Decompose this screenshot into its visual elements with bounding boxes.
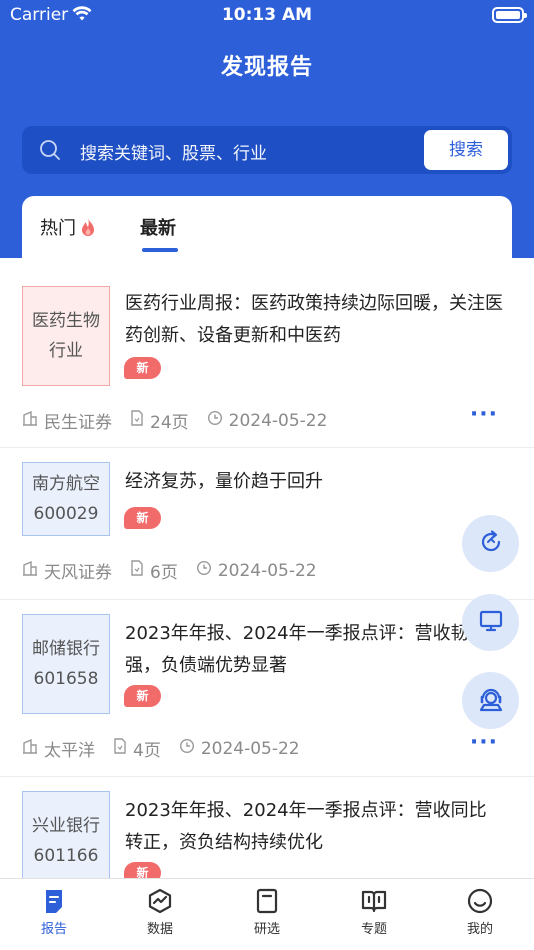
research-icon: [256, 888, 278, 914]
customer-service-icon: [476, 684, 506, 718]
report-icon: [46, 890, 62, 913]
page-count: 24页: [150, 413, 189, 433]
refresh-button[interactable]: [462, 515, 519, 572]
topic-icon: [361, 890, 387, 913]
document-icon: [130, 560, 144, 581]
report-thumbnail: 南方航空 600029: [22, 462, 110, 536]
report-thumbnail: 邮储银行 601658: [22, 614, 110, 714]
report-title[interactable]: 医药行业周报：医药政策持续边际回暖，关注医药创新、设备更新和中医药: [125, 288, 504, 352]
active-tab-indicator: [142, 248, 178, 252]
report-item[interactable]: 医药生物 行业 医药行业周报：医药政策持续边际回暖，关注医药创新、设备更新和中医…: [0, 258, 534, 448]
report-list: 医药生物 行业 医药行业周报：医药政策持续边际回暖，关注医药创新、设备更新和中医…: [0, 258, 534, 878]
report-thumbnail: 医药生物 行业: [22, 286, 110, 386]
clock: 10:13 AM: [221, 5, 313, 25]
tab-topic[interactable]: 专题: [334, 887, 414, 937]
publisher: 天风证券: [44, 563, 112, 583]
search-icon: [39, 139, 61, 165]
refresh-icon: [477, 528, 505, 560]
page-count: 4页: [133, 741, 161, 761]
report-item[interactable]: 兴业银行 601166 2023年年报、2024年一季报点评：营收同比转正，资负…: [0, 777, 534, 878]
thumbnail-line2: 601166: [33, 846, 99, 866]
tab-profile[interactable]: 我的: [440, 887, 520, 937]
page-title: 发现报告: [220, 55, 313, 80]
publish-date: 2024-05-22: [228, 410, 328, 431]
app-screen: Carrier 10:13 AM 发现报告 搜索关键词、股票、行业 搜索 热门 …: [0, 0, 534, 950]
thumbnail-line1: 医药生物: [32, 311, 100, 331]
report-title[interactable]: 2023年年报、2024年一季报点评：营收韧性强，负债端优势显著: [125, 618, 504, 682]
tab-topic-label: 专题: [360, 922, 387, 937]
report-meta: 天风证券 6页 2024-05-22: [22, 558, 335, 583]
monitor-button[interactable]: [462, 594, 519, 651]
report-title[interactable]: 经济复苏，量价趋于回升: [125, 466, 504, 498]
tab-data-label: 数据: [146, 922, 173, 937]
battery-icon: [492, 7, 527, 23]
document-icon: [130, 410, 144, 431]
thumbnail-line2: 600029: [33, 504, 99, 524]
building-icon: [22, 410, 38, 431]
thumbnail-line2: 行业: [49, 341, 83, 361]
thumbnail-line2: 601658: [33, 669, 99, 689]
thumbnail-line1: 兴业银行: [32, 816, 100, 836]
flame-icon: [80, 217, 96, 242]
publish-date: 2024-05-22: [217, 560, 317, 581]
customer-service-button[interactable]: [462, 672, 519, 729]
report-thumbnail: 兴业银行 601166: [22, 791, 110, 878]
tab-data[interactable]: 数据: [120, 887, 200, 937]
tab-report-label: 报告: [40, 922, 67, 937]
page-count: 6页: [150, 563, 178, 583]
new-badge: 新: [124, 357, 161, 379]
new-badge: 新: [124, 507, 161, 529]
search-input[interactable]: 搜索关键词、股票、行业: [80, 139, 267, 164]
clock-icon: [196, 560, 212, 581]
status-bar: Carrier 10:13 AM: [0, 0, 534, 32]
publisher: 民生证券: [44, 413, 112, 433]
tab-research-label: 研选: [253, 922, 280, 937]
header: Carrier 10:13 AM 发现报告 搜索关键词、股票、行业 搜索 热门 …: [0, 0, 534, 258]
tab-profile-label: 我的: [466, 922, 493, 937]
document-icon: [113, 738, 127, 759]
search-bar[interactable]: 搜索关键词、股票、行业 搜索: [22, 126, 512, 174]
data-icon: [148, 888, 172, 914]
clock-icon: [207, 410, 223, 431]
more-icon[interactable]: ···: [470, 402, 498, 427]
report-meta: 太平洋 4页 2024-05-22: [22, 736, 318, 761]
tab-research[interactable]: 研选: [227, 887, 307, 937]
tab-hot-label: 热门: [40, 218, 76, 239]
new-badge: 新: [124, 862, 161, 878]
new-badge: 新: [124, 685, 161, 707]
report-item[interactable]: 南方航空 600029 经济复苏，量价趋于回升 新 天风证券 6页 2024-0…: [0, 448, 534, 600]
report-title[interactable]: 2023年年报、2024年一季报点评：营收同比转正，资负结构持续优化: [125, 795, 504, 859]
bottom-tab-bar: 报告 数据 研选 专题 我的: [0, 878, 534, 950]
clock-icon: [179, 738, 195, 759]
tab-report[interactable]: 报告: [14, 887, 94, 937]
tab-latest[interactable]: 最新: [140, 214, 176, 240]
tab-bar: 热门 最新: [22, 196, 512, 258]
more-icon[interactable]: ···: [470, 730, 498, 755]
report-item[interactable]: 邮储银行 601658 2023年年报、2024年一季报点评：营收韧性强，负债端…: [0, 600, 534, 777]
publisher: 太平洋: [44, 741, 95, 761]
thumbnail-line1: 南方航空: [32, 474, 100, 494]
publish-date: 2024-05-22: [200, 738, 300, 759]
monitor-icon: [477, 607, 505, 639]
tab-hot[interactable]: 热门: [40, 214, 96, 242]
profile-icon: [467, 888, 493, 914]
search-button[interactable]: 搜索: [424, 130, 508, 170]
building-icon: [22, 560, 38, 581]
building-icon: [22, 738, 38, 759]
report-meta: 民生证券 24页 2024-05-22: [22, 408, 345, 433]
thumbnail-line1: 邮储银行: [32, 639, 100, 659]
